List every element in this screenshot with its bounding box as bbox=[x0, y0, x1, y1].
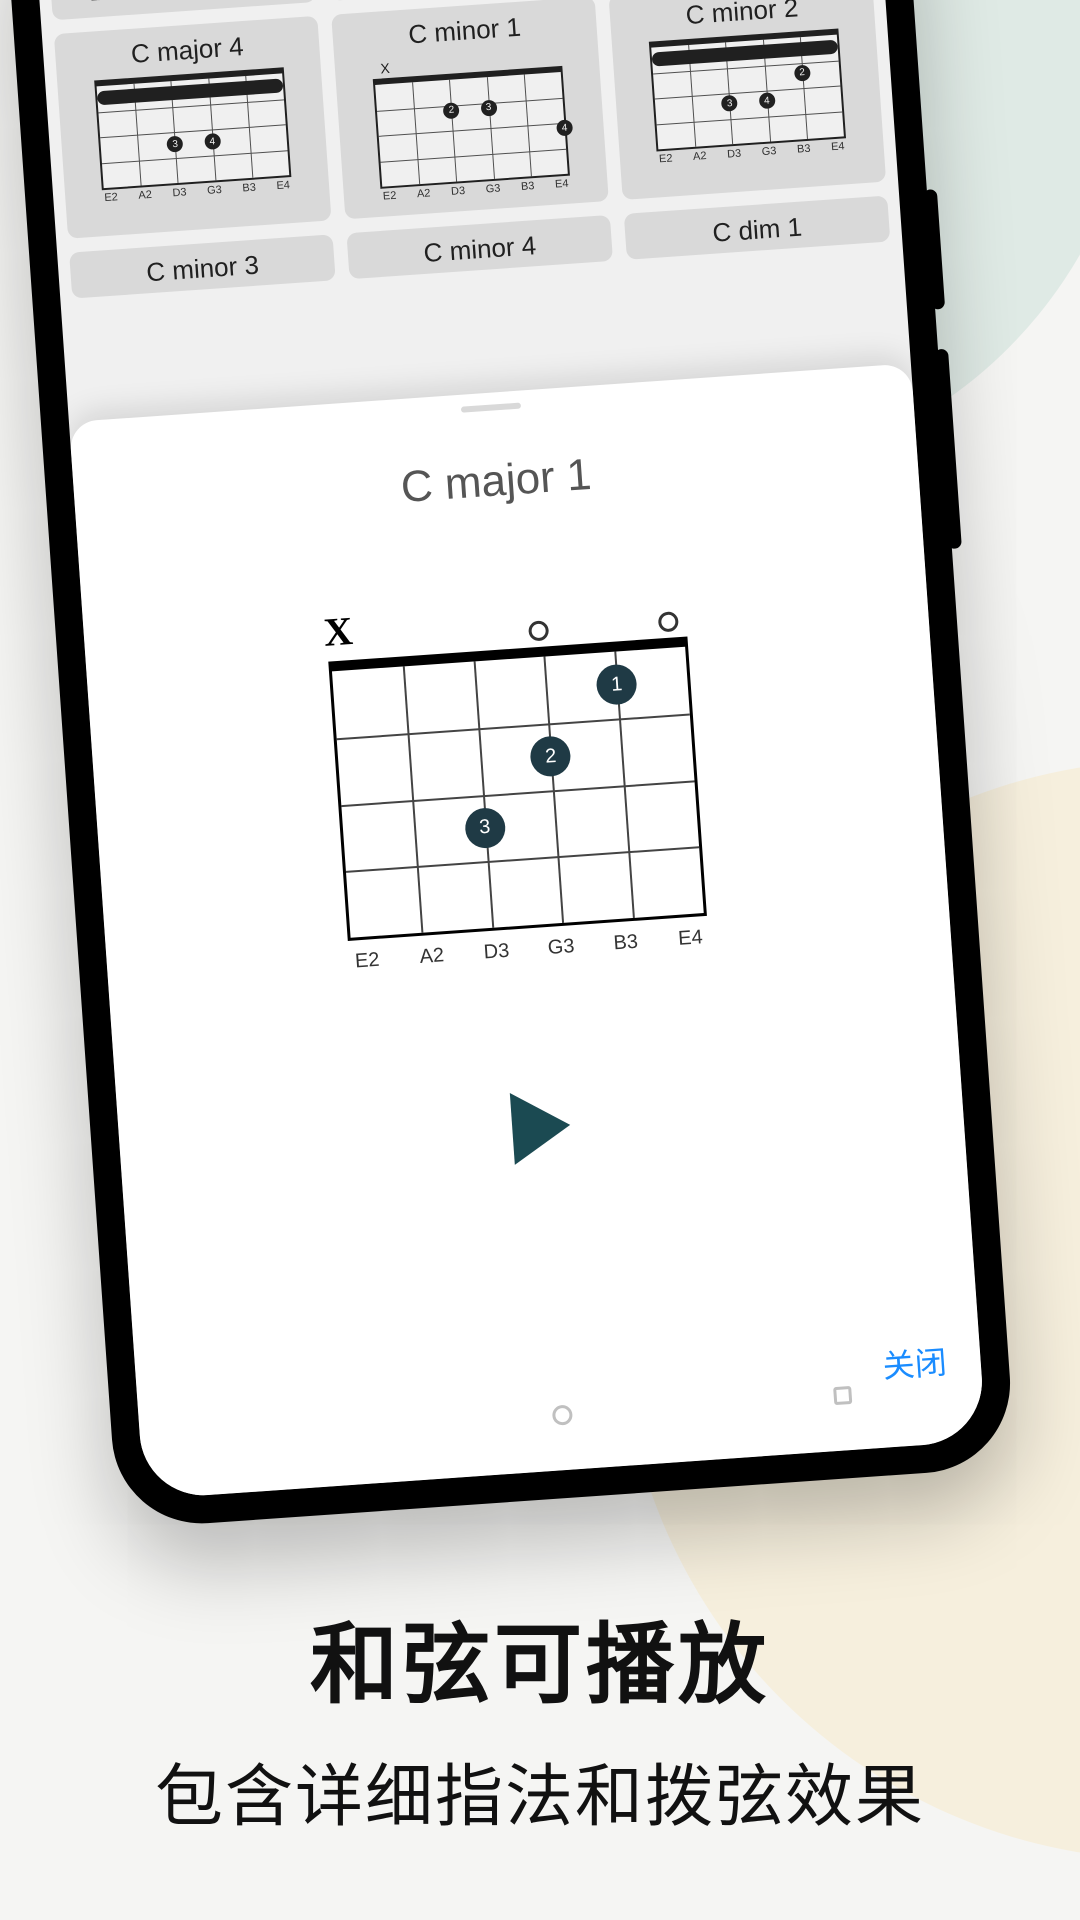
finger-dot: 2 bbox=[529, 735, 572, 778]
phone-mockup: E2A2D3G3B3E4 E2A2D3G3B3E4 E2A2D3G3B3E4 C… bbox=[4, 0, 1016, 1529]
chord-card[interactable]: E2A2D3G3B3E4 bbox=[47, 0, 317, 20]
chord-detail-title: C major 1 bbox=[399, 450, 593, 513]
chord-card-title: C minor 4 bbox=[423, 230, 538, 269]
phone-screen: E2A2D3G3B3E4 E2A2D3G3B3E4 E2A2D3G3B3E4 C… bbox=[34, 0, 986, 1500]
chord-card-title: C minor 2 bbox=[685, 0, 800, 31]
sheet-drag-handle[interactable] bbox=[461, 403, 521, 413]
marketing-copy: 和弦可播放 包含详细指法和拨弦效果 bbox=[0, 1594, 1080, 1840]
fretboard: 1 2 3 bbox=[328, 637, 707, 941]
marketing-subhead: 包含详细指法和拨弦效果 bbox=[0, 1741, 1080, 1840]
string-mute-marker: X bbox=[319, 607, 358, 656]
chord-card-cminor4[interactable]: C minor 4 bbox=[346, 215, 613, 279]
chord-card-cminor2[interactable]: C minor 2 2 3 4 E2A2D3G3B3E4 bbox=[608, 0, 886, 200]
chord-card-title: C minor 3 bbox=[145, 250, 260, 289]
nav-recent-icon[interactable] bbox=[833, 1386, 852, 1405]
chord-card-title: C major 4 bbox=[130, 31, 245, 70]
finger-dot: 1 bbox=[595, 664, 638, 707]
chord-card-cminor3[interactable]: C minor 3 bbox=[69, 234, 336, 298]
nav-home-icon[interactable] bbox=[552, 1404, 573, 1425]
string-open-marker bbox=[658, 611, 679, 632]
finger-dot: 3 bbox=[464, 807, 507, 850]
chord-card-title: C minor 1 bbox=[407, 12, 522, 51]
chord-diagram: X 1 2 3 E2A2D3G3B3E4 bbox=[325, 584, 710, 974]
chord-card-cdim1[interactable]: C dim 1 bbox=[624, 196, 891, 260]
chord-detail-sheet: C major 1 X 1 2 3 E2 bbox=[69, 363, 986, 1499]
string-open-marker bbox=[528, 620, 549, 641]
chord-card-cmajor4[interactable]: C major 4 3 4 E2A2D3G3B3E4 bbox=[54, 16, 332, 239]
play-button[interactable] bbox=[510, 1089, 573, 1165]
marketing-headline: 和弦可播放 bbox=[0, 1594, 1080, 1721]
chord-card-title: C dim 1 bbox=[711, 212, 803, 249]
chord-card-cminor1[interactable]: C minor 1 X 2 3 4 E2A2D3G3B3E4 bbox=[331, 0, 609, 219]
